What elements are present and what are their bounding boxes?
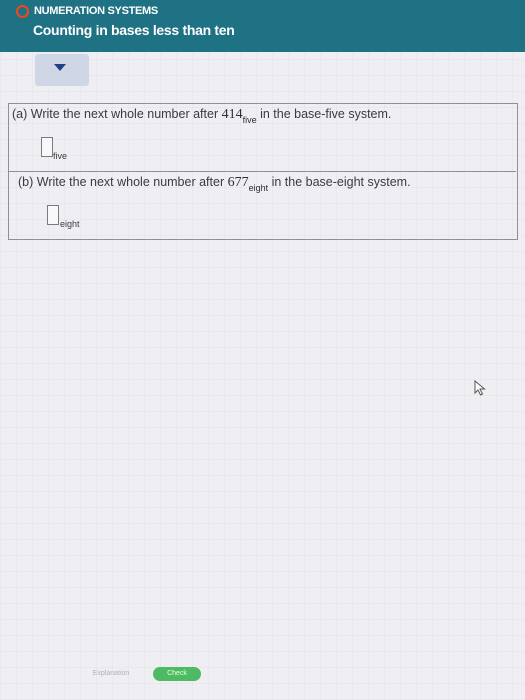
topic-label: NUMERATION SYSTEMS bbox=[16, 5, 158, 18]
question-a-prompt: (a) Write the next whole number after 41… bbox=[12, 107, 392, 125]
question-b-prompt: (b) Write the next whole number after 67… bbox=[18, 175, 411, 193]
question-a-suffix: in the base-five system. bbox=[256, 107, 392, 121]
check-button[interactable]: Check bbox=[153, 667, 201, 681]
answer-b-input[interactable] bbox=[47, 205, 59, 225]
question-b-number: 677 bbox=[227, 175, 249, 190]
question-b-prefix: (b) Write the next whole number after bbox=[18, 175, 228, 189]
lesson-title: Counting in bases less than ten bbox=[33, 22, 235, 38]
question-a-base: five bbox=[242, 115, 257, 125]
question-a-prefix: (a) Write the next whole number after bbox=[12, 107, 222, 121]
header-bar: NUMERATION SYSTEMS Counting in bases les… bbox=[0, 0, 525, 52]
question-a-number: 414 bbox=[221, 107, 243, 122]
question-divider bbox=[8, 171, 516, 172]
chevron-down-icon[interactable] bbox=[54, 64, 66, 71]
topic-status-icon bbox=[16, 5, 29, 18]
mouse-pointer-icon bbox=[474, 380, 486, 396]
answer-a-input[interactable] bbox=[41, 137, 53, 157]
explanation-button[interactable]: Explanation bbox=[76, 667, 146, 681]
question-b-suffix: in the base-eight system. bbox=[268, 175, 411, 189]
topic-text: NUMERATION SYSTEMS bbox=[34, 5, 158, 17]
question-b-base: eight bbox=[248, 183, 269, 193]
answer-b-base-label: eight bbox=[60, 219, 80, 229]
answer-a-base-label: five bbox=[53, 151, 68, 161]
